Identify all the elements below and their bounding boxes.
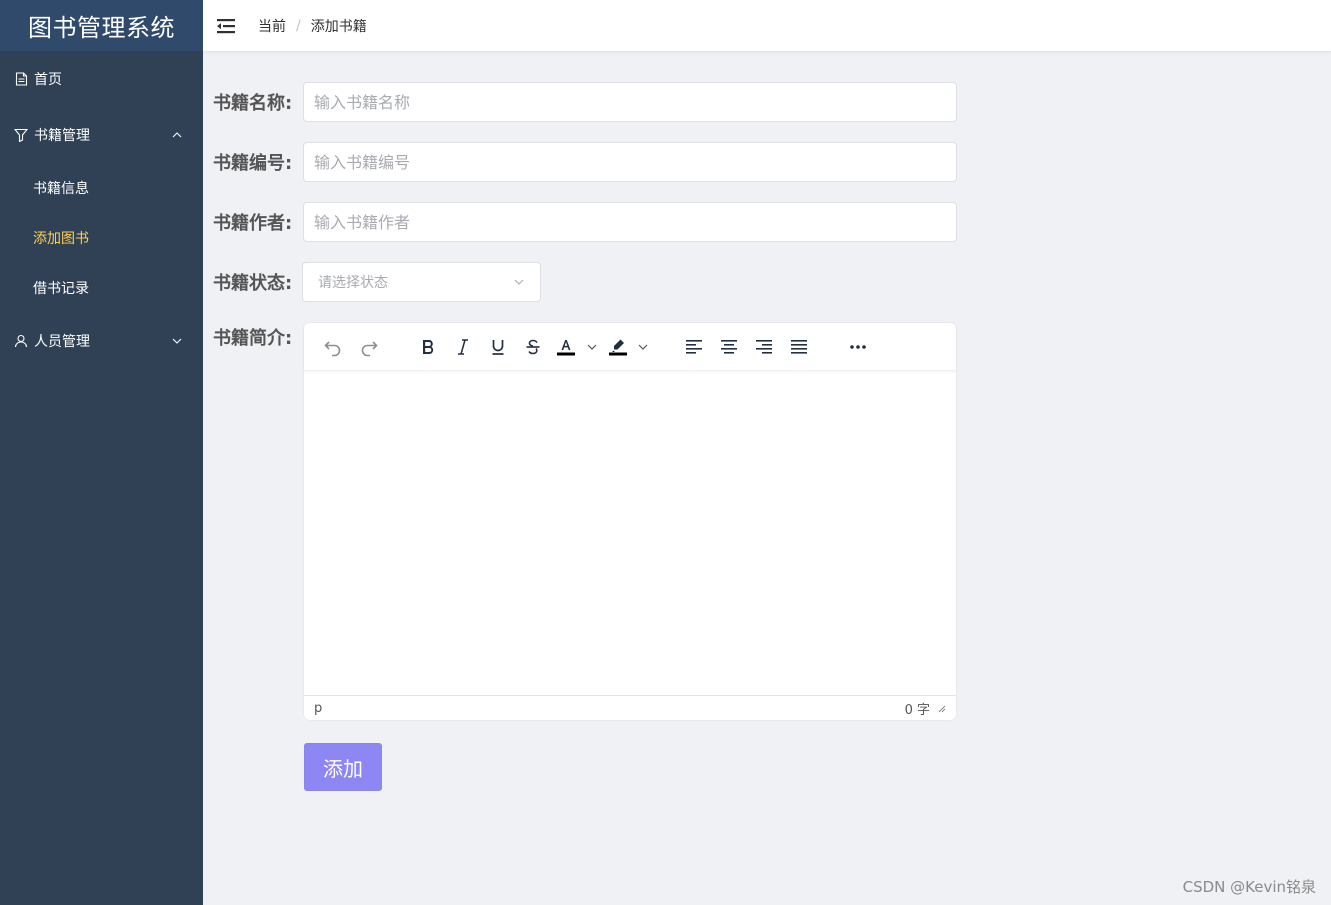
chevron-down-icon	[172, 338, 182, 344]
align-right-icon[interactable]	[752, 335, 776, 359]
chevron-up-icon	[172, 132, 182, 138]
sidebar-item-staff-management[interactable]: 人员管理	[0, 313, 203, 369]
form-row-author: 书籍作者:	[213, 202, 957, 242]
bold-icon[interactable]	[416, 335, 440, 359]
menu-toggle-icon[interactable]	[215, 16, 237, 36]
book-status-label: 书籍状态:	[213, 273, 293, 294]
form-row-name: 书籍名称:	[213, 82, 957, 122]
breadcrumb: 当前 / 添加书籍	[258, 16, 367, 36]
editor-content-area[interactable]	[304, 371, 956, 695]
align-left-icon[interactable]	[682, 335, 706, 359]
word-count[interactable]: 0 字	[905, 699, 930, 718]
sidebar-item-book-management[interactable]: 书籍管理	[0, 107, 203, 163]
breadcrumb-item-add-book: 添加书籍	[310, 18, 367, 35]
book-author-label: 书籍作者:	[213, 213, 293, 234]
sidebar-item-borrow-records[interactable]: 借书记录	[0, 263, 203, 313]
align-justify-icon[interactable]	[787, 335, 811, 359]
form-row-status: 书籍状态: 请选择状态	[213, 262, 541, 302]
form-row-intro: 书籍简介:	[213, 324, 303, 350]
book-code-label: 书籍编号:	[213, 153, 293, 174]
undo-icon[interactable]	[321, 335, 345, 359]
book-code-input[interactable]	[303, 142, 957, 182]
book-name-label: 书籍名称:	[213, 93, 293, 114]
italic-icon[interactable]	[451, 335, 475, 359]
highlight-icon[interactable]	[607, 335, 629, 359]
sidebar-item-add-book[interactable]: 添加图书	[0, 213, 203, 263]
watermark: CSDN @Kevin铭泉	[1182, 878, 1316, 896]
document-icon	[14, 72, 28, 86]
editor-statusbar: p 0 字	[304, 695, 956, 720]
book-name-input[interactable]	[303, 82, 957, 122]
book-intro-label: 书籍简介:	[213, 328, 293, 349]
sidebar-item-home[interactable]: 首页	[0, 51, 203, 107]
resize-handle-icon[interactable]	[936, 703, 946, 713]
app-title: 图书管理系统	[0, 0, 203, 51]
redo-icon[interactable]	[357, 335, 381, 359]
sidebar-item-label: 首页	[34, 72, 62, 88]
element-path[interactable]: p	[314, 701, 322, 716]
rich-text-editor: p 0 字	[304, 323, 956, 720]
more-icon[interactable]	[846, 335, 870, 359]
strikethrough-icon[interactable]	[521, 335, 545, 359]
text-color-dropdown-icon[interactable]	[584, 335, 600, 359]
breadcrumb-item-current[interactable]: 当前	[258, 16, 286, 36]
book-author-input[interactable]	[303, 202, 957, 242]
sidebar-item-book-info[interactable]: 书籍信息	[0, 163, 203, 213]
sidebar-item-label: 人员管理	[34, 334, 90, 350]
align-center-icon[interactable]	[717, 335, 741, 359]
status-select-placeholder: 请选择状态	[318, 275, 388, 291]
editor-toolbar	[304, 323, 956, 371]
add-book-button[interactable]: 添加	[304, 743, 382, 791]
breadcrumb-separator: /	[296, 17, 301, 34]
chevron-down-icon	[514, 279, 524, 285]
sidebar: 图书管理系统 首页 书籍管理 书籍信息 添加图书 借书记录 人员管理	[0, 0, 203, 905]
book-status-select[interactable]: 请选择状态	[302, 262, 541, 302]
filter-icon	[14, 128, 28, 142]
top-header: 当前 / 添加书籍	[203, 0, 1331, 52]
sidebar-item-label: 书籍管理	[34, 128, 90, 144]
underline-icon[interactable]	[486, 335, 510, 359]
form-row-code: 书籍编号:	[213, 142, 957, 182]
highlight-dropdown-icon[interactable]	[635, 335, 651, 359]
user-icon	[14, 334, 28, 348]
text-color-icon[interactable]	[555, 335, 577, 359]
